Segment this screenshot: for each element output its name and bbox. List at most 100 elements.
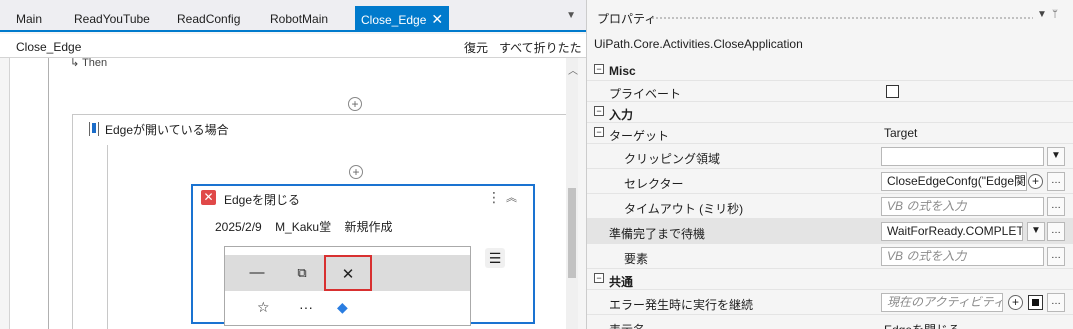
hamburger-menu-icon[interactable]: ☰: [485, 248, 505, 268]
designer-canvas: ↳ Then + Edgeが開いている場合 + ✕ Edgeを閉じる ⋮ ︽ 2…: [10, 58, 578, 329]
sequence-header[interactable]: Edgeが開いている場合: [89, 121, 229, 138]
breadcrumb-bar: Close_Edge 復元 すべて折りたたむ: [0, 34, 586, 72]
ellipsis-button[interactable]: …: [1047, 197, 1065, 216]
close-icon[interactable]: ✕: [431, 6, 443, 32]
tab-main[interactable]: Main: [12, 6, 46, 32]
branch-arrow-icon: ↳: [70, 58, 83, 69]
collapse-icon[interactable]: ︽: [506, 189, 517, 205]
annotation-status: 新規作成: [344, 220, 393, 234]
tab-readyoutube[interactable]: ReadYouTube: [70, 6, 154, 32]
captured-window-bar: — ⧉ ✕: [225, 255, 470, 291]
tab-readconfig[interactable]: ReadConfig: [173, 6, 244, 32]
add-activity-button[interactable]: +: [349, 165, 363, 179]
property-row-display-name: 表示名 Edgeを閉じる: [587, 315, 1073, 329]
sequence-label: Edgeが開いている場合: [105, 123, 229, 137]
display-name-value[interactable]: Edgeを閉じる: [884, 321, 960, 329]
activity-header: ✕ Edgeを閉じる ⋮ ︽: [193, 186, 533, 210]
dropdown-button[interactable]: ▼: [1047, 147, 1065, 166]
stop-icon[interactable]: [1028, 295, 1043, 310]
more-icon: ···: [299, 299, 313, 315]
target-value: Target: [884, 126, 918, 140]
property-label: クリッピング領域: [624, 152, 721, 166]
left-gutter: [0, 58, 10, 329]
informative-screenshot: — ⧉ ✕ ☆ ··· ◆: [224, 246, 471, 326]
category-label: 入力: [609, 108, 634, 122]
activity-title: Edgeを閉じる: [224, 193, 301, 207]
panel-title: プロパティ: [597, 12, 657, 26]
ellipsis-button[interactable]: …: [1047, 247, 1065, 266]
chevron-up-icon[interactable]: ︿: [568, 62, 578, 77]
category-label: Misc: [609, 64, 636, 78]
category-input[interactable]: − 入力: [587, 102, 1073, 123]
document-tab-bar: Main ReadYouTube ReadConfig RobotMain Cl…: [0, 0, 586, 32]
ellipsis-button[interactable]: …: [1047, 293, 1065, 312]
sequence-line: [107, 145, 108, 329]
collapse-icon[interactable]: −: [594, 64, 604, 74]
close-window-button-highlight: ✕: [324, 255, 372, 291]
breadcrumb[interactable]: Close_Edge: [16, 40, 81, 54]
ellipsis-button[interactable]: …: [1047, 172, 1065, 191]
tab-label: Main: [16, 12, 43, 26]
restore-window-icon: ⧉: [297, 265, 307, 280]
copilot-icon: ◆: [337, 299, 348, 315]
add-expression-icon[interactable]: +: [1028, 174, 1043, 189]
sequence-icon: [89, 122, 99, 136]
tab-close-edge[interactable]: Close_Edge ✕: [355, 6, 450, 32]
annotation-date: 2025/2/9: [215, 220, 262, 234]
property-label: 準備完了まで待機: [609, 227, 706, 241]
pin-icon[interactable]: ᛘ: [1052, 9, 1058, 20]
scrollbar-thumb[interactable]: [568, 188, 576, 278]
canvas-scrollbar[interactable]: [566, 58, 578, 329]
collapse-icon[interactable]: −: [594, 127, 604, 137]
annotation-author: M_Kaku堂: [275, 220, 332, 234]
category-label: 共通: [609, 275, 634, 289]
more-options-icon[interactable]: ⋮: [487, 189, 501, 206]
chevron-down-icon[interactable]: ▼: [566, 10, 576, 21]
element-field[interactable]: VB の式を入力: [881, 247, 1044, 266]
activity-class-name: UiPath.Core.Activities.CloseApplication: [594, 37, 803, 51]
category-misc[interactable]: − Misc: [587, 60, 1073, 81]
close-window-icon: ✕: [201, 190, 216, 205]
property-label: プライベート: [609, 87, 682, 101]
close-application-activity[interactable]: ✕ Edgeを閉じる ⋮ ︽ 2025/2/9 M_Kaku堂 新規作成 — ⧉…: [191, 184, 535, 326]
tab-label: ReadConfig: [177, 12, 241, 26]
selector-field[interactable]: CloseEdgeConfg("Edge関: [881, 172, 1027, 191]
chevron-down-icon[interactable]: ▼: [1037, 9, 1047, 20]
timeout-field[interactable]: VB の式を入力: [881, 197, 1044, 216]
tab-label: ReadYouTube: [74, 12, 150, 26]
workflow-designer: Main ReadYouTube ReadConfig RobotMain Cl…: [0, 0, 586, 329]
dropdown-button[interactable]: ▼: [1027, 222, 1045, 241]
property-row-wait-ready: 準備完了まで待機 WaitForReady.COMPLETE ▼ …: [587, 219, 1073, 244]
collapse-icon[interactable]: −: [594, 273, 604, 283]
property-label: ターゲット: [609, 129, 670, 143]
wait-ready-field[interactable]: WaitForReady.COMPLETE: [881, 222, 1023, 241]
continue-on-error-field[interactable]: 現在のアクティビティが失: [881, 293, 1003, 312]
private-checkbox[interactable]: [886, 85, 899, 98]
captured-toolbar: ☆ ··· ◆: [225, 299, 470, 319]
property-row-element: 要素 VB の式を入力 …: [587, 244, 1073, 269]
property-row-private: プライベート: [587, 81, 1073, 102]
properties-title-bar: プロパティ ▼ ᛘ: [587, 6, 1073, 28]
ellipsis-button[interactable]: …: [1047, 222, 1065, 241]
property-label: 要素: [624, 252, 649, 266]
properties-panel: プロパティ ▼ ᛘ UiPath.Core.Activities.CloseAp…: [586, 0, 1073, 329]
property-label: セレクター: [624, 177, 684, 191]
activity-annotation: 2025/2/9 M_Kaku堂 新規作成: [215, 218, 402, 235]
tab-label: RobotMain: [270, 12, 329, 26]
favorites-icon: ☆: [257, 299, 270, 315]
category-common[interactable]: − 共通: [587, 269, 1073, 290]
property-row-clipping: クリッピング領域 ▼: [587, 144, 1073, 169]
add-activity-button[interactable]: +: [348, 97, 362, 111]
property-label: 表示名: [609, 321, 645, 329]
property-row-target[interactable]: − ターゲット Target: [587, 123, 1073, 144]
property-row-continue-on-error: エラー発生時に実行を継続 現在のアクティビティが失 + …: [587, 290, 1073, 315]
drag-grip[interactable]: [651, 16, 1033, 20]
tab-label: Close_Edge: [361, 13, 427, 27]
restore-button[interactable]: 復元: [464, 39, 488, 56]
then-label: ↳ Then: [70, 58, 108, 69]
tab-robotmain[interactable]: RobotMain: [266, 6, 332, 32]
clipping-region-field[interactable]: [881, 147, 1044, 166]
add-expression-icon[interactable]: +: [1008, 295, 1023, 310]
minimize-icon: —: [249, 264, 265, 281]
collapse-icon[interactable]: −: [594, 106, 604, 116]
